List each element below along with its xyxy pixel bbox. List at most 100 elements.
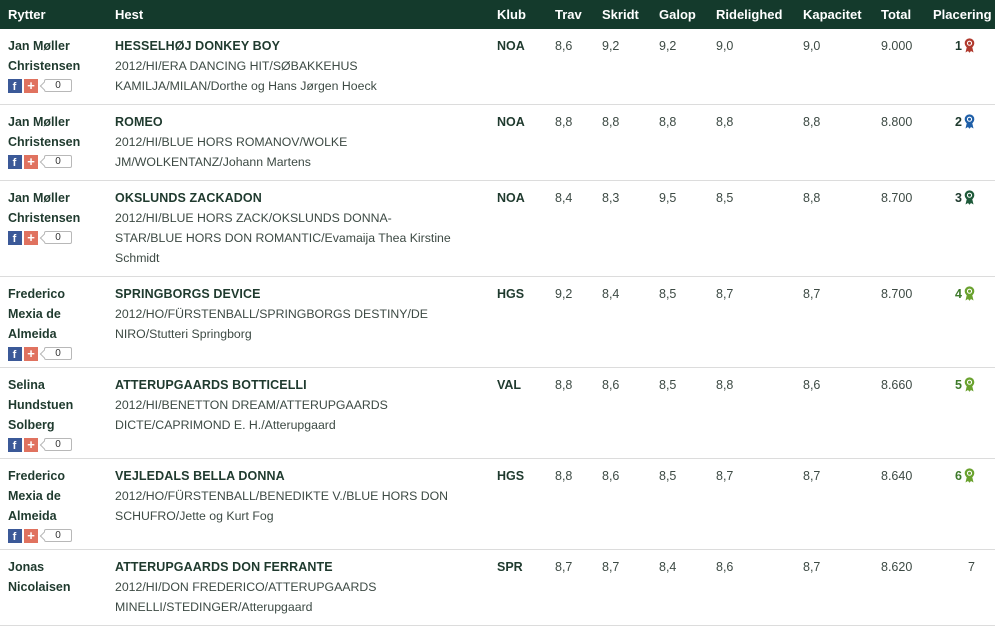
col-header-ridelighed[interactable]: Ridelighed	[716, 0, 803, 29]
club-cell: VAL	[497, 378, 522, 392]
horse-cell: HESSELHØJ DONKEY BOY 2012/HI/ERA DANCING…	[115, 29, 497, 105]
rider-name-line: Mexia de	[8, 489, 61, 503]
placement-cell: 5	[933, 368, 995, 459]
horse-desc-line: 2012/HO/FÜRSTENBALL/BENEDIKTE V./BLUE HO…	[115, 489, 449, 503]
col-header-skridt[interactable]: Skridt	[602, 0, 659, 29]
rider-cell: Jan Møller Christensen f + 0	[0, 29, 115, 105]
rider-name[interactable]: Jan Møller Christensen	[8, 181, 115, 228]
horse-name[interactable]: OKSLUNDS ZACKADON	[115, 181, 497, 208]
social-share-bar: f + 0	[8, 346, 115, 361]
rider-name-line: Mexia de	[8, 307, 61, 321]
col-header-rider[interactable]: Rytter	[0, 0, 115, 29]
score-trav: 8,8	[555, 469, 573, 483]
horse-desc-line: 2012/HI/BLUE HORS ZACK/OKSLUNDS DONNA-	[115, 211, 392, 225]
score-trav: 8,8	[555, 115, 573, 129]
rosette-icon	[964, 468, 975, 483]
table-row: Jan Møller Christensen f + 0 ROMEO 2012/H…	[0, 105, 995, 181]
share-plus-icon[interactable]: +	[24, 230, 38, 245]
horse-desc-line: Schmidt	[115, 251, 160, 265]
club-cell: NOA	[497, 115, 525, 129]
share-plus-icon[interactable]: +	[24, 154, 38, 169]
social-share-bar: f + 0	[8, 154, 115, 169]
score-trav: 8,8	[555, 378, 573, 392]
share-count: 0	[44, 155, 72, 168]
share-plus-icon[interactable]: +	[24, 346, 38, 361]
placement-cell: 3	[933, 181, 995, 277]
rider-name-line: Jan Møller	[8, 39, 70, 53]
col-header-total[interactable]: Total	[881, 0, 933, 29]
score-galop: 8,5	[659, 469, 677, 483]
placement-number: 6	[955, 469, 962, 483]
club-cell: HGS	[497, 469, 525, 483]
col-header-kapacitet[interactable]: Kapacitet	[803, 0, 881, 29]
score-ridelighed: 8,8	[716, 115, 734, 129]
facebook-icon[interactable]: f	[8, 78, 22, 93]
horse-name[interactable]: VEJLEDALS BELLA DONNA	[115, 459, 497, 486]
horse-cell: ATTERUPGAARDS DON FERRANTE 2012/HI/DON F…	[115, 550, 497, 626]
rider-cell: Selina Hundstuen Solberg f + 0	[0, 368, 115, 459]
facebook-icon[interactable]: f	[8, 528, 22, 543]
score-ridelighed: 8,7	[716, 469, 734, 483]
table-row: Frederico Mexia de Almeida f + 0 VEJLEDALS…	[0, 459, 995, 550]
rider-name[interactable]: Jan Møller Christensen	[8, 29, 115, 76]
rider-name[interactable]: Jonas Nicolaisen	[8, 550, 115, 597]
horse-desc-line: 2012/HO/FÜRSTENBALL/SPRINGBORGS DESTINY/…	[115, 307, 428, 321]
facebook-icon[interactable]: f	[8, 437, 22, 452]
col-header-galop[interactable]: Galop	[659, 0, 716, 29]
horse-name[interactable]: ATTERUPGAARDS BOTTICELLI	[115, 368, 497, 395]
share-count: 0	[44, 79, 72, 92]
rider-name-line: Almeida	[8, 327, 57, 341]
rider-cell: Jan Møller Christensen f + 0	[0, 181, 115, 277]
table-row: Jonas Nicolaisen ATTERUPGAARDS DON FERRAN…	[0, 550, 995, 626]
horse-name[interactable]: ATTERUPGAARDS DON FERRANTE	[115, 550, 497, 577]
rider-name-line: Almeida	[8, 509, 57, 523]
placement-cell: 4	[933, 277, 995, 368]
horse-desc-line: DICTE/CAPRIMOND E. H./Atterupgaard	[115, 418, 336, 432]
score-skridt: 8,7	[602, 560, 620, 574]
facebook-icon[interactable]: f	[8, 230, 22, 245]
score-total: 8.700	[881, 191, 913, 205]
social-share-bar: f + 0	[8, 437, 115, 452]
placement-cell: 2	[933, 105, 995, 181]
rider-name[interactable]: Frederico Mexia de Almeida	[8, 459, 115, 526]
facebook-icon[interactable]: f	[8, 346, 22, 361]
table-body: Jan Møller Christensen f + 0 HESSELHØJ DO…	[0, 29, 995, 626]
score-total: 8.700	[881, 287, 913, 301]
share-plus-icon[interactable]: +	[24, 437, 38, 452]
table-row: Frederico Mexia de Almeida f + 0 SPRINGBOR…	[0, 277, 995, 368]
horse-name[interactable]: HESSELHØJ DONKEY BOY	[115, 29, 497, 56]
col-header-placering[interactable]: Placering	[933, 0, 995, 29]
score-total: 8.620	[881, 560, 913, 574]
col-header-horse[interactable]: Hest	[115, 0, 497, 29]
rider-name[interactable]: Frederico Mexia de Almeida	[8, 277, 115, 344]
col-header-trav[interactable]: Trav	[555, 0, 602, 29]
rider-name[interactable]: Jan Møller Christensen	[8, 105, 115, 152]
col-header-club[interactable]: Klub	[497, 0, 555, 29]
horse-description: 2012/HI/BENETTON DREAM/ATTERUPGAARDS DICT…	[115, 395, 497, 435]
rider-name-line: Jonas	[8, 560, 45, 574]
social-share-bar: f + 0	[8, 230, 115, 245]
rider-name[interactable]: Selina Hundstuen Solberg	[8, 368, 115, 435]
share-count: 0	[44, 529, 72, 542]
club-cell: SPR	[497, 560, 523, 574]
score-ridelighed: 8,8	[716, 378, 734, 392]
score-skridt: 8,4	[602, 287, 620, 301]
facebook-icon[interactable]: f	[8, 154, 22, 169]
share-count: 0	[44, 347, 72, 360]
share-plus-icon[interactable]: +	[24, 78, 38, 93]
placement-cell: 7	[933, 550, 995, 626]
horse-description: 2012/HO/FÜRSTENBALL/SPRINGBORGS DESTINY/…	[115, 304, 497, 344]
placement-number: 5	[955, 378, 962, 392]
horse-desc-line: 2012/HI/BENETTON DREAM/ATTERUPGAARDS	[115, 398, 388, 412]
score-ridelighed: 9,0	[716, 39, 734, 53]
score-skridt: 8,3	[602, 191, 620, 205]
horse-description: 2012/HI/BLUE HORS ROMANOV/WOLKE JM/WOLKEN…	[115, 132, 497, 172]
share-plus-icon[interactable]: +	[24, 528, 38, 543]
horse-name[interactable]: ROMEO	[115, 105, 497, 132]
results-table: Rytter Hest Klub Trav Skridt Galop Ridel…	[0, 0, 995, 626]
horse-name[interactable]: SPRINGBORGS DEVICE	[115, 277, 497, 304]
horse-cell: ATTERUPGAARDS BOTTICELLI 2012/HI/BENETTO…	[115, 368, 497, 459]
rosette-icon	[964, 286, 975, 301]
rider-name-line: Christensen	[8, 135, 81, 149]
placement-number: 7	[968, 560, 975, 574]
